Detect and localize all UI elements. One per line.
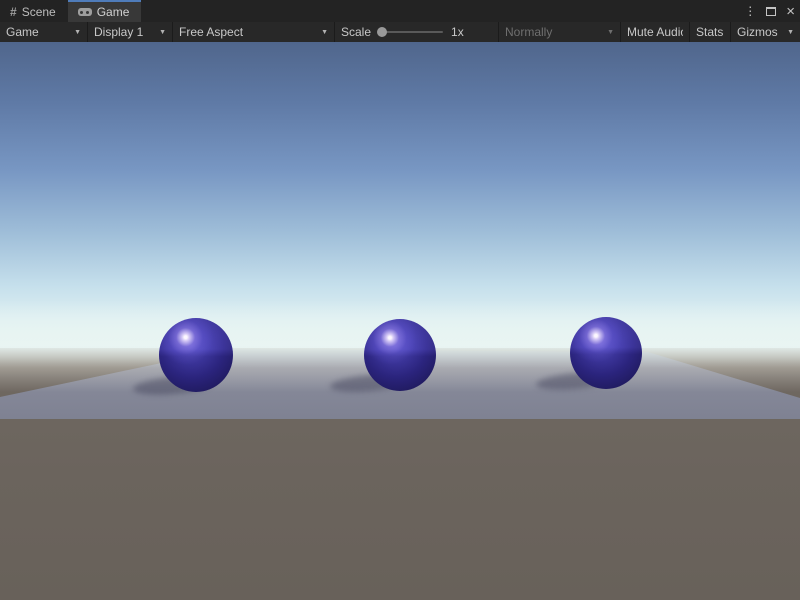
window-controls: ⋮ × bbox=[744, 0, 795, 22]
chevron-down-icon: ▼ bbox=[607, 29, 614, 36]
tab-game[interactable]: Game bbox=[68, 0, 142, 22]
display-dropdown[interactable]: Display 1 ▼ bbox=[88, 22, 173, 42]
display-label: Display 1 bbox=[94, 25, 153, 39]
stats-button[interactable]: Stats bbox=[690, 22, 731, 42]
sky bbox=[0, 42, 800, 348]
game-mode-dropdown[interactable]: Game ▼ bbox=[0, 22, 88, 42]
sphere bbox=[570, 317, 642, 389]
kebab-menu-icon[interactable]: ⋮ bbox=[744, 5, 756, 17]
gamepad-icon bbox=[78, 8, 92, 16]
sphere bbox=[364, 319, 436, 391]
scale-control: Scale 1x bbox=[335, 22, 499, 42]
play-mode-label: Normally bbox=[505, 25, 601, 39]
tab-scene-label: Scene bbox=[22, 5, 56, 19]
scale-value: 1x bbox=[451, 25, 464, 39]
sphere bbox=[159, 318, 233, 392]
chevron-down-icon: ▼ bbox=[74, 29, 81, 36]
mute-audio-button[interactable]: Mute Audio bbox=[621, 22, 690, 42]
tab-game-label: Game bbox=[97, 5, 130, 19]
gizmos-label: Gizmos bbox=[737, 25, 781, 39]
tab-scene[interactable]: # Scene bbox=[0, 0, 68, 22]
chevron-down-icon: ▼ bbox=[787, 29, 794, 36]
aspect-label: Free Aspect bbox=[179, 25, 315, 39]
chevron-down-icon: ▼ bbox=[159, 29, 166, 36]
grid-icon: # bbox=[10, 5, 17, 19]
aspect-ratio-dropdown[interactable]: Free Aspect ▼ bbox=[173, 22, 335, 42]
scale-slider[interactable] bbox=[377, 31, 443, 33]
unity-game-window: # Scene Game ⋮ × Game ▼ Display 1 ▼ Free… bbox=[0, 0, 800, 600]
game-view-toolbar: Game ▼ Display 1 ▼ Free Aspect ▼ Scale 1… bbox=[0, 22, 800, 42]
close-icon[interactable]: × bbox=[786, 4, 795, 19]
maximize-icon[interactable] bbox=[766, 7, 776, 16]
game-mode-label: Game bbox=[6, 25, 68, 39]
gizmos-dropdown[interactable]: Gizmos ▼ bbox=[731, 22, 800, 42]
mute-audio-label: Mute Audio bbox=[627, 25, 683, 39]
scale-label: Scale bbox=[341, 25, 371, 39]
chevron-down-icon: ▼ bbox=[321, 29, 328, 36]
game-viewport[interactable] bbox=[0, 42, 800, 600]
scale-slider-thumb[interactable] bbox=[377, 27, 387, 37]
stats-label: Stats bbox=[696, 25, 724, 39]
tab-bar: # Scene Game ⋮ × bbox=[0, 0, 800, 22]
play-mode-dropdown[interactable]: Normally ▼ bbox=[499, 22, 621, 42]
